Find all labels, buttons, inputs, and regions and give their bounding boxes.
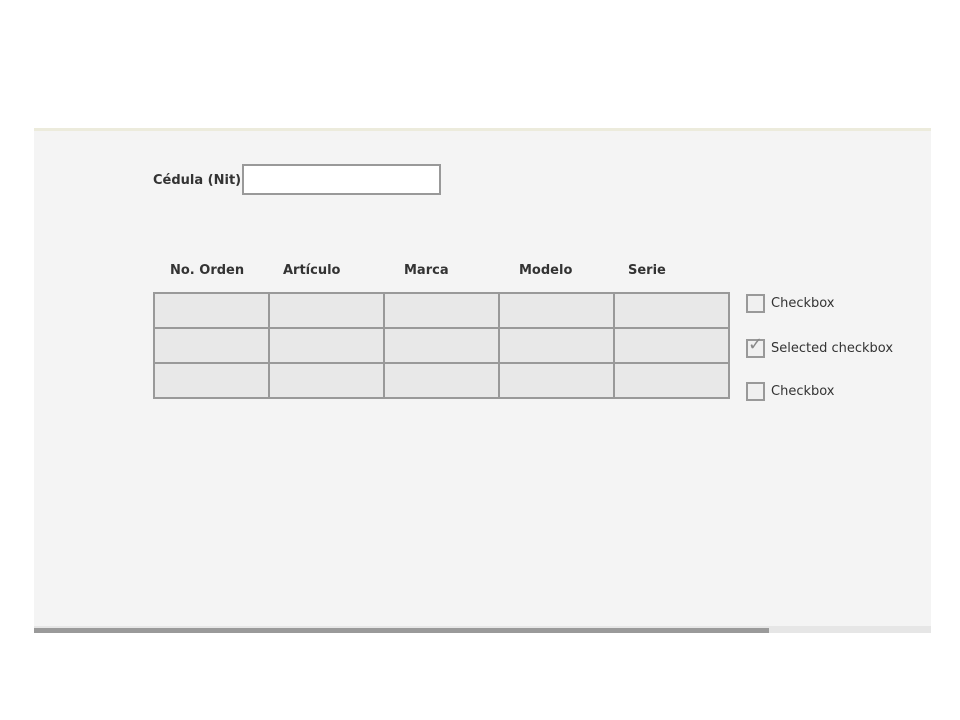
table-cell[interactable] bbox=[153, 362, 270, 399]
column-header-marca: Marca bbox=[404, 263, 449, 278]
table-cell[interactable] bbox=[613, 292, 730, 329]
checkbox-label: Checkbox bbox=[771, 296, 835, 311]
table-cell[interactable] bbox=[383, 362, 500, 399]
scrollbar-thumb[interactable] bbox=[34, 628, 769, 633]
table-cell[interactable] bbox=[383, 327, 500, 364]
table-cell[interactable] bbox=[498, 292, 615, 329]
horizontal-scrollbar[interactable] bbox=[34, 626, 931, 633]
checkbox-label: Checkbox bbox=[771, 384, 835, 399]
table-row bbox=[153, 292, 730, 329]
table-row bbox=[153, 327, 730, 364]
column-header-modelo: Modelo bbox=[519, 263, 573, 278]
cedula-input[interactable] bbox=[242, 164, 441, 195]
table-cell[interactable] bbox=[153, 292, 270, 329]
checkbox-row-1[interactable]: Checkbox bbox=[746, 294, 835, 313]
table-cell[interactable] bbox=[383, 292, 500, 329]
checkbox-row-2[interactable]: ✓ Selected checkbox bbox=[746, 334, 894, 358]
checkbox-row-3[interactable]: Checkbox bbox=[746, 382, 835, 401]
table-cell[interactable] bbox=[498, 327, 615, 364]
checkbox-unchecked-icon[interactable] bbox=[746, 382, 765, 401]
table-cell[interactable] bbox=[268, 327, 385, 364]
column-header-no-orden: No. Orden bbox=[170, 263, 245, 278]
column-header-serie: Serie bbox=[628, 263, 666, 278]
table-cell[interactable] bbox=[268, 292, 385, 329]
table-cell[interactable] bbox=[613, 362, 730, 399]
table-row bbox=[153, 362, 730, 399]
cedula-label: Cédula (Nit): bbox=[153, 173, 247, 188]
table-cell[interactable] bbox=[153, 327, 270, 364]
column-header-articulo: Artículo bbox=[283, 263, 341, 278]
checkbox-label: Selected checkbox bbox=[771, 341, 894, 356]
checkbox-unchecked-icon[interactable] bbox=[746, 294, 765, 313]
table-cell[interactable] bbox=[498, 362, 615, 399]
table-cell[interactable] bbox=[268, 362, 385, 399]
checkmark-icon: ✓ bbox=[748, 334, 764, 355]
table-cell[interactable] bbox=[613, 327, 730, 364]
items-table bbox=[153, 292, 730, 399]
checkbox-checked-icon[interactable]: ✓ bbox=[746, 334, 765, 358]
